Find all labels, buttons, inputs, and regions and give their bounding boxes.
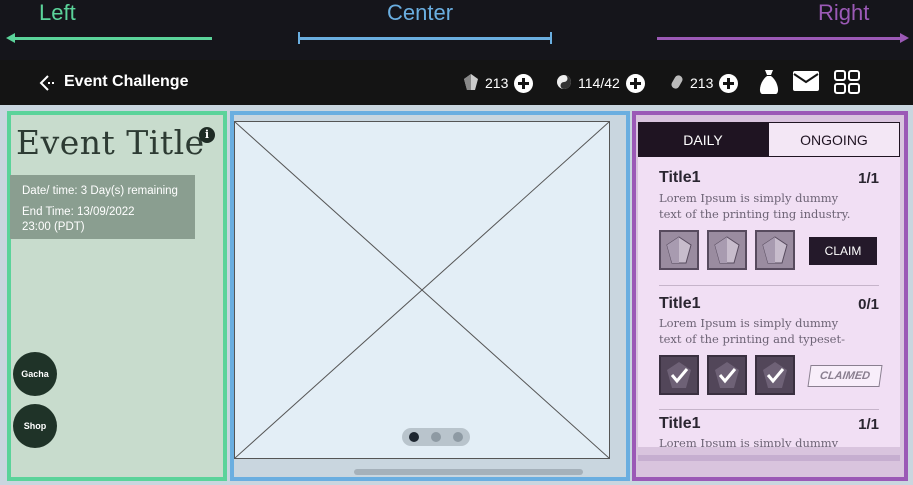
- currency-value: 213: [485, 75, 509, 91]
- crystal-reward-icon: [659, 230, 699, 270]
- date-remaining: Date/ time: 3 Day(s) remaining: [22, 185, 178, 197]
- currency-crystal: 213: [463, 72, 534, 94]
- event-title: Event Title: [16, 123, 205, 162]
- check-reward-icon: [707, 355, 747, 395]
- claim-button[interactable]: CLAIM: [809, 237, 877, 265]
- currency-capsule: 213: [670, 72, 739, 94]
- add-crystal-button[interactable]: [514, 73, 534, 93]
- check-reward-icon: [755, 355, 795, 395]
- carousel-dot[interactable]: [409, 432, 419, 442]
- gacha-button[interactable]: Gacha: [13, 352, 57, 396]
- grid-menu-icon[interactable]: [834, 70, 860, 99]
- check-reward-icon: [659, 355, 699, 395]
- quest-description: Lorem Ipsum is simply dummy text of the …: [659, 191, 851, 221]
- guide-center-label: Center: [387, 0, 454, 25]
- crystal-reward-icon: [707, 230, 747, 270]
- currency-yin-yang: 114/42: [556, 72, 645, 94]
- end-time: End Time: 13/09/2022: [22, 206, 135, 218]
- yin-yang-icon: [556, 74, 572, 93]
- shop-button[interactable]: Shop: [13, 404, 57, 448]
- top-bar: Event Challenge 213 114/42 213: [0, 60, 913, 105]
- quest-title: Title1: [659, 169, 701, 186]
- claimed-badge: CLAIMED: [807, 365, 883, 387]
- capsule-icon: [670, 74, 684, 93]
- divider: [659, 409, 879, 410]
- quest-count: 1/1: [858, 416, 879, 433]
- tab-ongoing[interactable]: ONGOING: [768, 122, 900, 157]
- crystal-reward-icon: [755, 230, 795, 270]
- horizontal-scrollbar[interactable]: [354, 469, 583, 475]
- carousel-pagination: [402, 428, 470, 446]
- right-panel: DAILY ONGOING Title1 1/1 Lorem Ipsum is …: [632, 111, 908, 481]
- event-info-box: Date/ time: 3 Day(s) remaining End Time:…: [10, 175, 195, 239]
- banner-image-placeholder: [234, 121, 610, 459]
- bag-icon[interactable]: [758, 68, 780, 101]
- shop-label: Shop: [23, 421, 47, 431]
- quest-description: Lorem Ipsum is simply dummy text of the …: [659, 316, 845, 346]
- quest-count: 1/1: [858, 170, 879, 187]
- center-panel: [230, 111, 630, 481]
- gacha-label: Gacha: [21, 369, 49, 379]
- quest-count: 0/1: [858, 296, 879, 313]
- left-panel: Event Title i Date/ time: 3 Day(s) remai…: [7, 111, 227, 481]
- quest-title: Title1: [659, 295, 701, 312]
- end-time-zone: 23:00 (PDT): [22, 221, 85, 233]
- quest-description: Lorem Ipsum is simply dummy: [659, 436, 839, 447]
- add-capsule-button[interactable]: [719, 73, 739, 93]
- back-arrow-icon[interactable]: [38, 73, 58, 93]
- tab-daily[interactable]: DAILY: [638, 122, 768, 157]
- divider: [659, 285, 879, 286]
- add-yin-yang-button[interactable]: [625, 73, 645, 93]
- currency-value: 213: [690, 75, 714, 91]
- guide-left-label: Left: [39, 0, 76, 25]
- info-icon[interactable]: i: [199, 127, 215, 143]
- crystal-icon: [463, 73, 479, 94]
- page-title: Event Challenge: [64, 73, 189, 90]
- carousel-dot[interactable]: [453, 432, 463, 442]
- list-scrollbar[interactable]: [638, 455, 900, 461]
- mail-icon[interactable]: [793, 71, 819, 96]
- quest-title: Title1: [659, 415, 701, 432]
- quest-list: Title1 1/1 Lorem Ipsum is simply dummy t…: [638, 157, 900, 447]
- guide-right-label: Right: [818, 0, 870, 25]
- currency-value: 114/42: [578, 75, 620, 91]
- quest-tabs: DAILY ONGOING: [638, 122, 900, 157]
- carousel-dot[interactable]: [431, 432, 441, 442]
